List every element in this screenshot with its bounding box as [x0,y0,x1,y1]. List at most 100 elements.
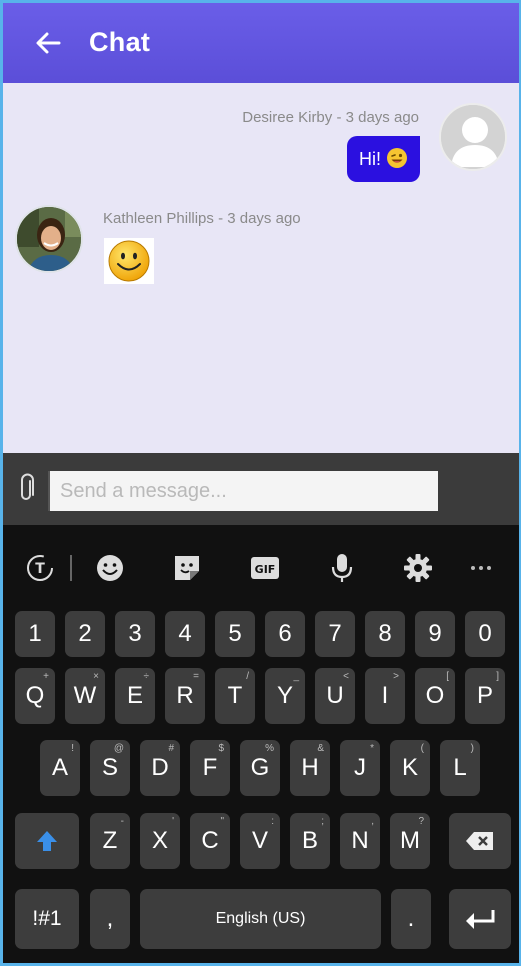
key-6[interactable]: 6 [265,611,305,657]
key-label: B [301,827,318,854]
key-label: 2 [78,620,92,647]
comma-key[interactable]: , [90,889,130,949]
key-label: 8 [378,620,392,647]
key-hint: $ [218,743,224,754]
key-7[interactable]: 7 [315,611,355,657]
paperclip-icon[interactable] [15,473,37,505]
page-title: Chat [89,27,151,57]
key-hint: ( [420,743,424,754]
key-label: D [151,754,169,781]
key-hint: × [93,671,99,682]
key-g[interactable]: G% [240,740,280,796]
key-c[interactable]: C " [190,813,230,869]
key-e[interactable]: E ÷ [115,668,155,724]
key-o[interactable]: O[ [415,668,455,724]
key-label: F [202,754,218,781]
key-hint: ; [321,816,324,827]
microphone-icon[interactable] [325,551,359,585]
key-s[interactable]: S @ [90,740,130,796]
key-label: 9 [428,620,442,647]
key-x[interactable]: X ' [140,813,180,869]
on-screen-keyboard: T GIF 1 2 3 4 5 6 7 8 9 0 Q + W × E ÷ R … [3,525,519,963]
key-hint: ) [470,743,474,754]
key-h[interactable]: H & [290,740,330,796]
key-i[interactable]: I > [365,668,405,724]
key-w[interactable]: W × [65,668,105,724]
key-hint: < [343,671,349,682]
more-options-icon[interactable] [464,551,498,585]
key-1[interactable]: 1 [15,611,55,657]
key-d[interactable]: D # [140,740,180,796]
back-arrow-icon[interactable] [33,28,63,58]
key-p[interactable]: P] [465,668,505,724]
sticker-icon[interactable] [170,551,204,585]
key-5[interactable]: 5 [215,611,255,657]
backspace-icon [466,832,493,850]
key-f[interactable]: F $ [190,740,230,796]
message-list[interactable]: Desiree Kirby - 3 days ago Hi! Kathleen … [3,83,519,453]
key-l[interactable]: L) [440,740,480,796]
key-label: R [176,682,194,709]
enter-key[interactable] [449,889,511,949]
shift-key[interactable] [15,813,79,869]
key-r[interactable]: R = [165,668,205,724]
period-key[interactable]: . [391,889,431,949]
key-label: 4 [178,620,192,647]
key-label: 0 [478,620,492,647]
key-n[interactable]: N, [340,813,380,869]
key-b[interactable]: B; [290,813,330,869]
key-label: S [101,754,118,781]
key-label: U [326,682,344,709]
emoji-icon[interactable] [93,551,127,585]
key-hint: @ [113,743,124,754]
key-label: !#1 [32,907,62,930]
key-hint: # [168,743,174,754]
message-input[interactable] [48,471,438,511]
key-label: Y [276,682,293,709]
key-hint: ? [418,816,424,827]
key-label: G [250,754,270,781]
key-0[interactable]: 0 [465,611,505,657]
key-j[interactable]: J * [340,740,380,796]
key-hint: & [317,743,324,754]
key-8[interactable]: 8 [365,611,405,657]
key-label: M [400,827,420,854]
key-label: K [401,754,418,781]
key-a[interactable]: A! [40,740,80,796]
key-3[interactable]: 3 [115,611,155,657]
message-author-time: Desiree Kirby - 3 days ago [242,109,419,126]
key-2[interactable]: 2 [65,611,105,657]
key-label: X [151,827,168,854]
toolbar-divider [70,555,72,581]
key-v[interactable]: V: [240,813,280,869]
message-author-time: Kathleen Phillips - 3 days ago [103,210,301,227]
key-q[interactable]: Q + [15,668,55,724]
key-m[interactable]: M? [390,813,430,869]
avatar [15,205,83,273]
key-hint: ] [496,671,499,682]
key-label: P [476,682,493,709]
space-key[interactable]: English (US) [140,889,381,949]
key-hint: [ [446,671,449,682]
key-9[interactable]: 9 [415,611,455,657]
translate-icon[interactable]: T [23,551,57,585]
key-4[interactable]: 4 [165,611,205,657]
key-k[interactable]: K( [390,740,430,796]
key-label: H [301,754,319,781]
symbols-key[interactable]: !#1 [15,889,79,949]
key-label: 6 [278,620,292,647]
key-label: A [51,754,68,781]
key-hint: ÷ [143,671,150,682]
key-z[interactable]: Z- [90,813,130,869]
key-u[interactable]: U < [315,668,355,724]
settings-gear-icon[interactable] [401,551,435,585]
key-t[interactable]: T / [215,668,255,724]
key-label: I [381,682,389,709]
key-hint: * [370,743,374,754]
key-label: Q [25,682,45,709]
key-label: 7 [328,620,342,647]
key-y[interactable]: Y _ [265,668,305,724]
key-label: 1 [28,620,42,647]
gif-icon[interactable]: GIF [248,551,282,585]
backspace-key[interactable] [449,813,511,869]
